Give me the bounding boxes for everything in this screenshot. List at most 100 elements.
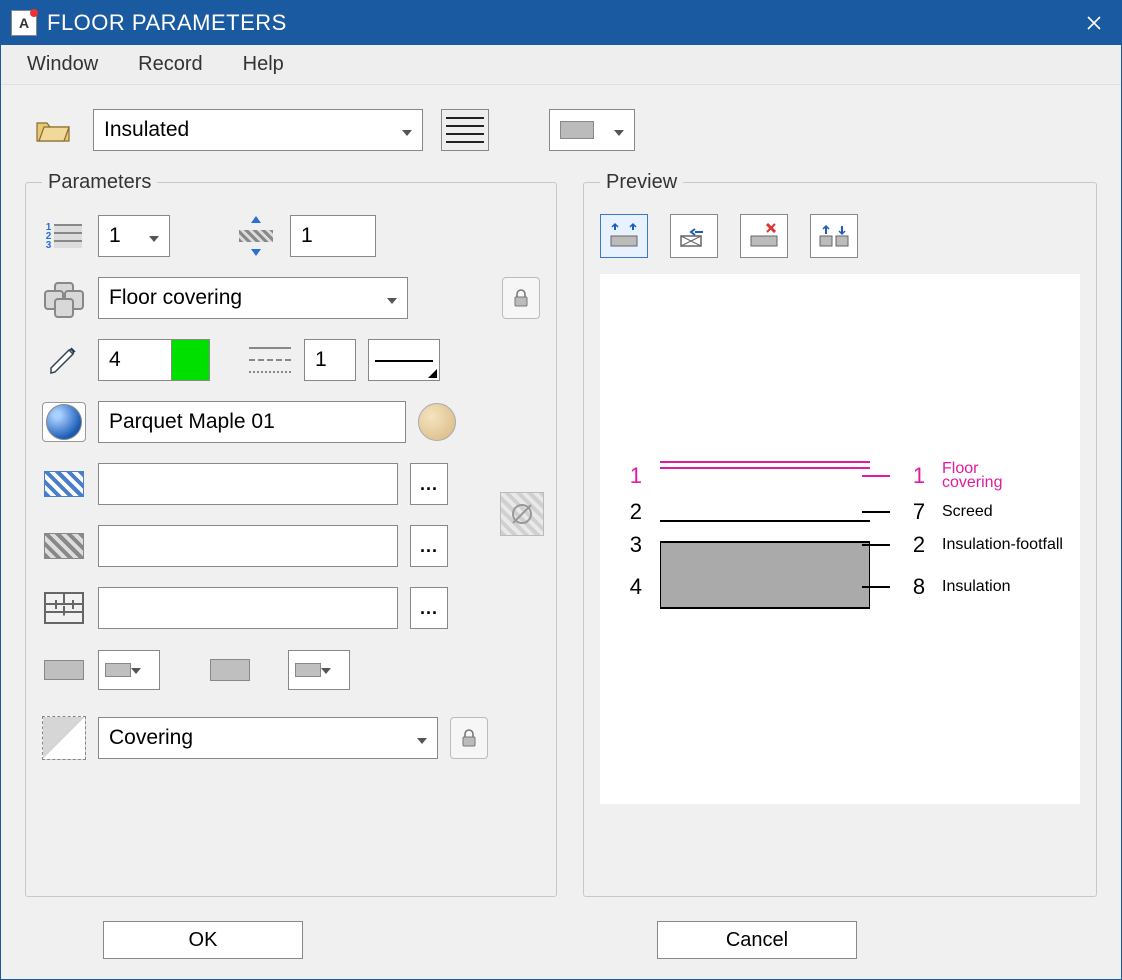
- thickness-icon: [234, 216, 278, 256]
- thickness-input[interactable]: [290, 215, 376, 257]
- row-surfaces: [42, 648, 540, 692]
- row-hatch-pattern: ...: [42, 524, 540, 568]
- preview-legend: Preview: [600, 171, 683, 194]
- menu-record[interactable]: Record: [132, 49, 208, 80]
- lock-usage-button[interactable]: [502, 277, 540, 319]
- row-floor-group: Covering: [42, 716, 540, 760]
- layer-number-icon: 123: [42, 216, 86, 256]
- priority-icon: [42, 278, 86, 318]
- brick-input[interactable]: [98, 587, 398, 629]
- ok-button[interactable]: OK: [103, 921, 303, 959]
- chevron-down-icon: [417, 726, 427, 750]
- preview-layer-left-number: 1: [618, 463, 642, 489]
- content-area: Parameters 123 1 Floor covering: [1, 161, 1121, 911]
- material-sphere-icon: [42, 402, 86, 442]
- preview-layer-dash: [862, 511, 890, 513]
- parameters-panel: Parameters 123 1 Floor covering: [25, 171, 557, 897]
- row-usage: Floor covering: [42, 276, 540, 320]
- preview-layer-row: 1 1 Floorcovering: [618, 462, 1070, 490]
- preview-layer-dash: [862, 544, 890, 546]
- pencil-icon: [42, 340, 86, 380]
- chevron-down-icon: [402, 118, 412, 142]
- hatch-pattern-input[interactable]: [98, 525, 398, 567]
- row-layer-number: 123 1: [42, 214, 540, 258]
- material-input[interactable]: [98, 401, 406, 443]
- fill-swatch-icon: [560, 121, 594, 139]
- preview-layer-right-number: 8: [904, 574, 934, 600]
- close-icon: [1087, 16, 1101, 30]
- preview-tool-labels[interactable]: [670, 214, 718, 258]
- parameters-legend: Parameters: [42, 171, 157, 194]
- brick-icon: [42, 588, 86, 628]
- menu-window[interactable]: Window: [21, 49, 104, 80]
- chevron-down-icon: [149, 224, 159, 248]
- app-icon: A: [11, 10, 37, 36]
- linetype-swatch[interactable]: [368, 339, 440, 381]
- button-row: OK Cancel: [1, 911, 1121, 979]
- lock-icon: [460, 728, 478, 748]
- preview-canvas: 1 1 Floorcovering 2 7 Screed 3 2 Insulation-foot…: [600, 274, 1080, 804]
- preview-layer-label: Screed: [942, 503, 993, 521]
- floor-group-value: Covering: [109, 726, 193, 750]
- layer-number-value: 1: [109, 224, 121, 248]
- material-preview-circle[interactable]: [418, 403, 456, 441]
- preview-layer-label: Floorcovering: [942, 462, 1002, 490]
- preview-tool-compare[interactable]: [810, 214, 858, 258]
- preview-layer-right-number: 1: [904, 463, 934, 489]
- row-brick: ...: [42, 586, 540, 630]
- hatch-pattern-browse-button[interactable]: ...: [410, 525, 448, 567]
- preview-layer-row: 4 8 Insulation: [618, 574, 1070, 600]
- lock-floor-group-button[interactable]: [450, 717, 488, 759]
- preset-dropdown[interactable]: Insulated: [93, 109, 423, 151]
- line-style-swatch-button[interactable]: [441, 109, 489, 151]
- floor-group-dropdown[interactable]: Covering: [98, 717, 438, 759]
- hatch-area-browse-button[interactable]: ...: [410, 463, 448, 505]
- preview-tool-hatch[interactable]: [740, 214, 788, 258]
- pen-input[interactable]: [98, 339, 172, 381]
- preview-layer-right-number: 7: [904, 499, 934, 525]
- close-button[interactable]: [1071, 1, 1117, 45]
- chevron-down-icon: [614, 118, 624, 142]
- preview-layer-row: 2 7 Screed: [618, 499, 1070, 525]
- brick-browse-button[interactable]: ...: [410, 587, 448, 629]
- preview-layer-dash: [862, 475, 890, 477]
- row-hatch-area: ...: [42, 462, 540, 506]
- folder-icon[interactable]: [31, 110, 75, 150]
- floor-group-icon: [42, 718, 86, 758]
- preview-layer-dash: [862, 586, 890, 588]
- usage-value: Floor covering: [109, 286, 242, 310]
- preview-toolbar: [600, 214, 1080, 258]
- surface-fill-icon: [42, 650, 86, 690]
- surface-mid-swatch: [210, 659, 250, 681]
- dialog-title: FLOOR PARAMETERS: [47, 10, 1071, 36]
- usage-dropdown[interactable]: Floor covering: [98, 277, 408, 319]
- lock-icon: [512, 288, 530, 308]
- chevron-down-icon: [321, 661, 331, 679]
- surface-right-dropdown[interactable]: [288, 650, 350, 690]
- preview-panel: Preview: [583, 171, 1097, 897]
- dialog-window: A FLOOR PARAMETERS Window Record Help In…: [0, 0, 1122, 980]
- fill-swatch-dropdown[interactable]: [549, 109, 635, 151]
- cancel-button[interactable]: Cancel: [657, 921, 857, 959]
- row-material: [42, 400, 540, 444]
- menu-help[interactable]: Help: [237, 49, 290, 80]
- preview-layer-label: Insulation-footfall: [942, 536, 1063, 554]
- linetype-input[interactable]: [304, 339, 356, 381]
- preview-layer-right-number: 2: [904, 532, 934, 558]
- hatch-area-input[interactable]: [98, 463, 398, 505]
- preset-value: Insulated: [104, 118, 189, 142]
- preview-layer-left-number: 2: [618, 499, 642, 525]
- pen-color-swatch[interactable]: [172, 339, 210, 381]
- layer-number-dropdown[interactable]: 1: [98, 215, 170, 257]
- preview-layer-left-number: 4: [618, 574, 642, 600]
- preview-layer-label: Insulation: [942, 578, 1011, 596]
- chevron-down-icon: [131, 661, 141, 679]
- hatch-pattern-icon: [42, 526, 86, 566]
- linetype-list-icon: [248, 340, 292, 380]
- preview-layer-left-number: 3: [618, 532, 642, 558]
- surface-left-dropdown[interactable]: [98, 650, 160, 690]
- hatch-area-icon: [42, 464, 86, 504]
- preview-tool-dims[interactable]: [600, 214, 648, 258]
- preview-layer-row: 3 2 Insulation-footfall: [618, 532, 1070, 558]
- titlebar: A FLOOR PARAMETERS: [1, 1, 1121, 45]
